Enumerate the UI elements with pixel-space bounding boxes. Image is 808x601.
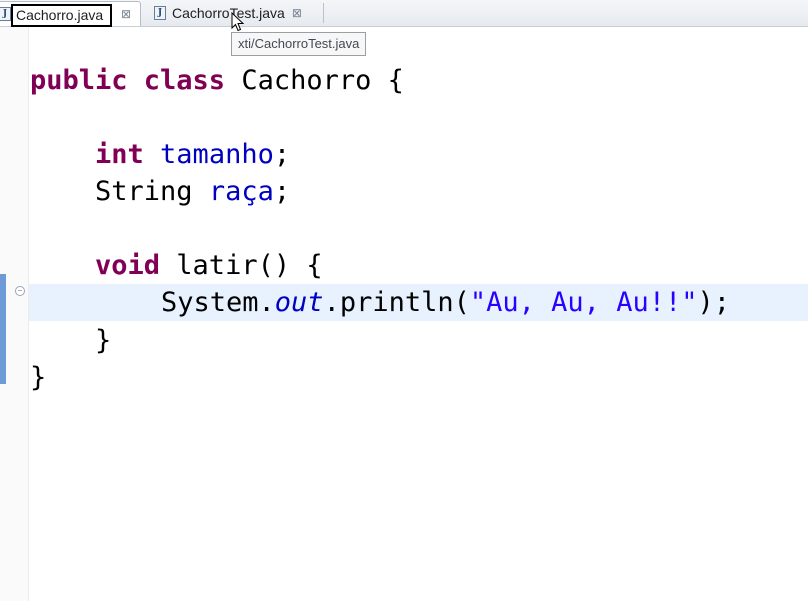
brace: } xyxy=(95,325,112,356)
code-line-class-declaration[interactable]: public class Cachorro { xyxy=(30,62,404,99)
semicolon: ; xyxy=(273,176,291,207)
change-marker xyxy=(0,274,6,384)
java-file-icon: J xyxy=(0,7,11,21)
code-line-method-declaration[interactable]: void latir() { xyxy=(95,247,323,284)
method-call: .println( xyxy=(323,287,470,318)
brace: { xyxy=(387,65,404,96)
java-file-icon: J xyxy=(154,6,166,20)
fold-collapse-icon[interactable]: − xyxy=(15,286,25,296)
code-line-class-close[interactable]: } xyxy=(30,359,46,396)
tab-label: Cachorro.java xyxy=(11,4,113,27)
statement-end: ); xyxy=(697,287,730,318)
keyword: void xyxy=(95,250,161,281)
method-signature: latir() { xyxy=(176,250,323,281)
field-name: raça xyxy=(208,176,274,207)
string-literal: "Au, Au, Au!!" xyxy=(469,287,698,318)
code-line-method-close[interactable]: } xyxy=(95,322,111,359)
tab-path-tooltip: xti/CachorroTest.java xyxy=(231,32,367,56)
editor-tab-bar: J Cachorro.java ⊠ J CachorroTest.java ⊠ xyxy=(0,0,808,27)
mouse-pointer-icon xyxy=(231,12,244,32)
field-name: tamanho xyxy=(160,139,274,170)
editor-gutter: − xyxy=(0,27,29,601)
class-name: Cachorro xyxy=(241,65,372,96)
brace: } xyxy=(30,362,47,393)
close-icon[interactable]: ⊠ xyxy=(121,8,131,20)
semicolon: ; xyxy=(273,139,291,170)
code-line-field-tamanho[interactable]: int tamanho; xyxy=(95,136,290,173)
class-ref: System. xyxy=(161,287,275,318)
keyword: public class xyxy=(30,65,226,96)
type-name: String xyxy=(95,176,193,207)
java-editor-window: J Cachorro.java ⊠ J CachorroTest.java ⊠ … xyxy=(0,0,808,601)
keyword: int xyxy=(95,139,144,170)
tab-divider xyxy=(323,3,324,23)
tab-cachorro-java[interactable]: J Cachorro.java ⊠ xyxy=(0,1,141,27)
code-line-println[interactable]: System.out.println("Au, Au, Au!!"); xyxy=(161,284,730,321)
code-line-field-raca[interactable]: String raça; xyxy=(95,173,290,210)
tab-label: CachorroTest.java xyxy=(172,5,285,21)
close-icon[interactable]: ⊠ xyxy=(292,7,302,19)
static-field: out xyxy=(274,287,324,318)
